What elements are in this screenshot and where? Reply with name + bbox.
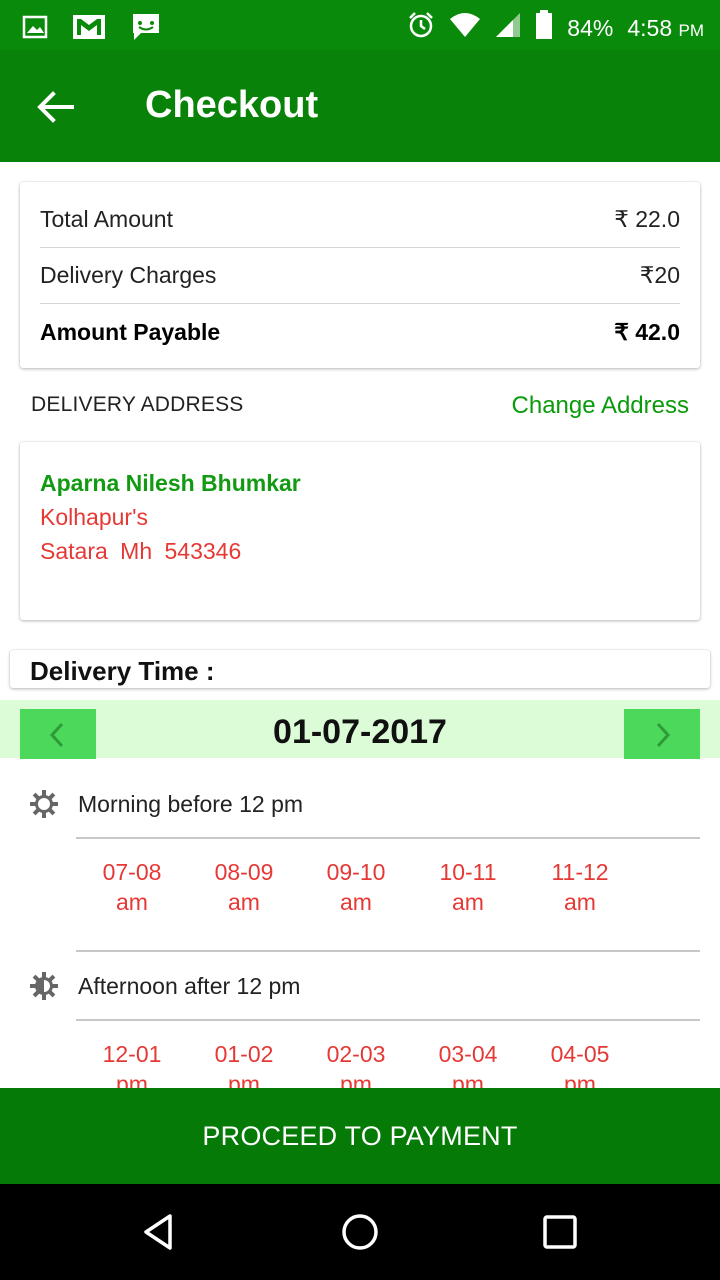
morning-slot-heading: Morning before 12 pm [78, 791, 304, 817]
message-icon [130, 12, 162, 47]
recipient-name: Aparna Nilesh Bhumkar [40, 470, 301, 496]
wifi-icon [449, 12, 481, 44]
slot-range: 11-12 [551, 859, 609, 885]
divider [76, 837, 700, 839]
slot-range: 03-04 [438, 1041, 498, 1067]
total-amount-label: Total Amount [40, 206, 173, 232]
clock-ampm: PM [678, 20, 705, 40]
selected-date: 01-07-2017 [273, 713, 447, 751]
battery-percent: 84% [567, 14, 614, 41]
time-slot-07-08-am[interactable]: 07-08 am [87, 857, 177, 917]
slot-range: 01-02 [214, 1041, 274, 1067]
divider [76, 950, 700, 952]
delivery-charges-label: Delivery Charges [40, 262, 217, 288]
delivery-address-heading: DELIVERY ADDRESS [31, 393, 244, 416]
signal-icon [495, 12, 521, 44]
nav-back-icon[interactable] [140, 1212, 180, 1252]
app-bar: Checkout [0, 50, 720, 162]
nav-home-icon[interactable] [340, 1212, 380, 1252]
address-card: Aparna Nilesh Bhumkar Kolhapur's Satara … [20, 442, 700, 620]
total-amount-row: Total Amount ₹ 22.0 [40, 192, 680, 248]
delivery-time-heading: Delivery Time : [30, 656, 215, 686]
battery-icon [535, 10, 553, 46]
slot-range: 04-05 [550, 1041, 610, 1067]
total-amount-value: ₹ 22.0 [614, 206, 680, 232]
delivery-charges-row: Delivery Charges ₹20 [40, 248, 680, 304]
slot-period: am [340, 889, 372, 915]
proceed-to-payment-button[interactable]: PROCEED TO PAYMENT [0, 1088, 720, 1184]
price-summary-card: Total Amount ₹ 22.0 Delivery Charges ₹20… [20, 182, 700, 368]
date-selector: 01-07-2017 [0, 700, 720, 759]
clock-time: 4:58 [627, 14, 673, 41]
status-bar: 84% 4:58 PM [0, 0, 720, 50]
slot-range: 07-08 [102, 859, 162, 885]
back-button[interactable] [34, 86, 76, 128]
next-date-button[interactable] [624, 709, 700, 759]
image-icon [22, 14, 48, 45]
slot-range: 09-10 [326, 859, 386, 885]
time-slot-11-12-am[interactable]: 11-12 am [535, 857, 625, 917]
page-title: Checkout [145, 84, 319, 126]
sun-outline-icon [30, 790, 58, 818]
system-navigation-bar [0, 1184, 720, 1280]
checkout-screen: 84% 4:58 PM Checkout Total Amount ₹ 22.0… [0, 0, 720, 1280]
slot-period: am [116, 889, 148, 915]
amount-payable-value: ₹ 42.0 [614, 318, 680, 345]
nav-recents-icon[interactable] [540, 1212, 580, 1252]
gmail-icon [72, 13, 106, 46]
notification-icons [22, 12, 162, 47]
amount-payable-row: Amount Payable ₹ 42.0 [40, 304, 680, 360]
clock: 4:58 PM [627, 15, 704, 42]
slot-period: am [228, 889, 260, 915]
delivery-time-header: Delivery Time : [10, 650, 710, 688]
change-address-link[interactable]: Change Address [512, 392, 689, 420]
slot-range: 08-09 [214, 859, 274, 885]
address-line-2: Satara Mh 543346 [40, 538, 242, 564]
chevron-right-icon [656, 722, 671, 748]
slot-range: 10-11 [439, 859, 497, 885]
delivery-charges-value: ₹20 [639, 262, 680, 288]
time-slot-08-09-am[interactable]: 08-09 am [199, 857, 289, 917]
alarm-icon [407, 11, 435, 45]
address-line-1: Kolhapur's [40, 504, 148, 530]
slot-range: 12-01 [102, 1041, 162, 1067]
divider [76, 1019, 700, 1021]
slot-period: am [452, 889, 484, 915]
slot-range: 02-03 [326, 1041, 386, 1067]
amount-payable-label: Amount Payable [40, 318, 221, 345]
time-slot-10-11-am[interactable]: 10-11 am [423, 857, 513, 917]
slot-period: am [564, 889, 596, 915]
back-arrow-icon [37, 91, 74, 123]
system-status: 84% 4:58 PM [407, 10, 704, 46]
time-slot-09-10-am[interactable]: 09-10 am [311, 857, 401, 917]
sun-half-icon [30, 972, 58, 1000]
afternoon-slot-heading: Afternoon after 12 pm [78, 973, 301, 999]
